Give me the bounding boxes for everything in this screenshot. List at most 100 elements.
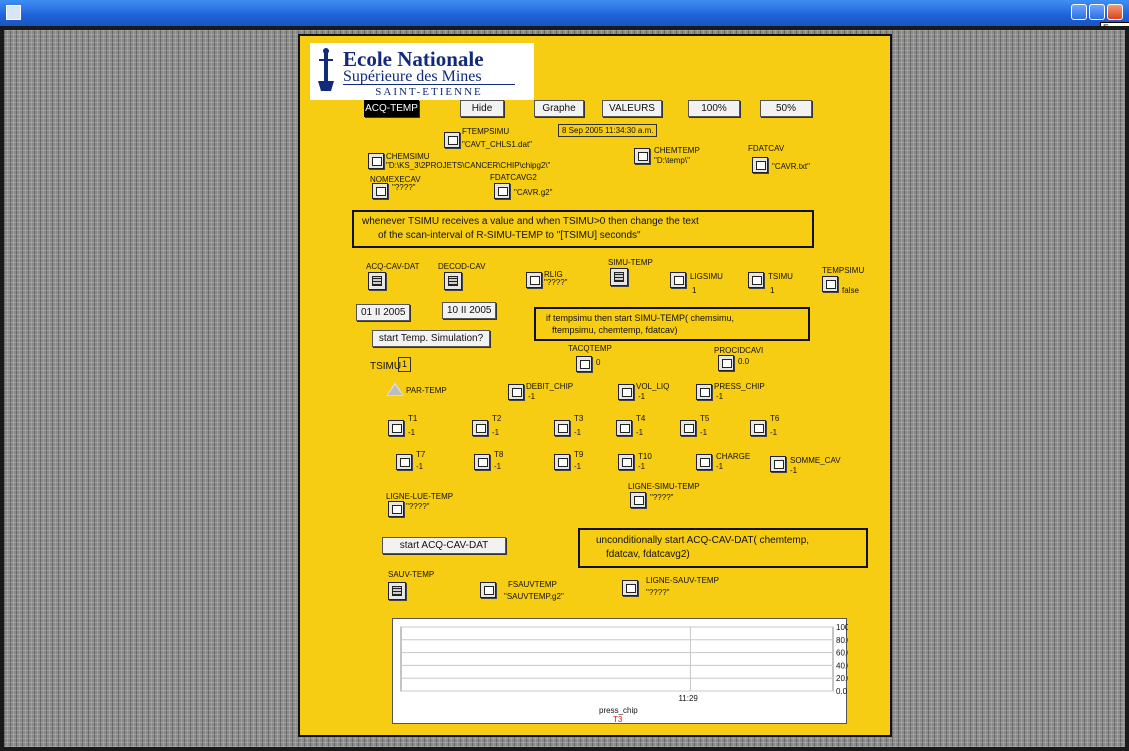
chemsimu-label: CHEMSIMU	[386, 152, 430, 161]
x-tick-label: 11:29	[678, 694, 698, 703]
press-chip-value: -1	[716, 392, 724, 401]
ligne-lue-temp-label: LIGNE-LUE-TEMP	[386, 492, 454, 501]
chemtemp-variable-icon[interactable]	[634, 148, 650, 164]
tsimu-var-value: 1	[770, 286, 775, 295]
vol-liq-label: VOL_LIQ	[636, 382, 670, 391]
tsimu-rule-line1: whenever TSIMU receives a value and when…	[362, 216, 699, 227]
somme-cav-label: SOMME_CAV	[790, 456, 841, 465]
t1-label: T1	[408, 414, 418, 423]
acq-cav-dat-rule[interactable]: unconditionally start ACQ-CAV-DAT( chemt…	[578, 528, 868, 568]
procidcavi-variable-icon[interactable]	[718, 355, 734, 371]
par-temp-triangle-icon[interactable]	[386, 382, 404, 396]
plot-area	[400, 626, 834, 692]
t3-variable-icon[interactable]	[554, 420, 570, 436]
graphe-button[interactable]: Graphe	[534, 100, 584, 117]
t8-label: T8	[494, 450, 504, 459]
vol-liq-variable-icon[interactable]	[618, 384, 634, 400]
ligne-simu-temp-variable-icon[interactable]	[630, 492, 646, 508]
vol-liq-value: -1	[638, 392, 646, 401]
fdatcavg2-value: "CAVR.g2"	[514, 188, 553, 197]
t6-variable-icon[interactable]	[750, 420, 766, 436]
t7-label: T7	[416, 450, 426, 459]
t5-variable-icon[interactable]	[680, 420, 696, 436]
legend-series-subtitle: T3	[613, 715, 623, 724]
ftempsimu-variable-icon[interactable]	[444, 132, 460, 148]
datetime-display: 8 Sep 2005 11:34:30 a.m.	[558, 124, 658, 137]
ligsimu-variable-icon[interactable]	[670, 272, 686, 288]
tsimu-input[interactable]: 1	[398, 357, 411, 372]
logo-emblem-icon	[318, 48, 334, 91]
t3-label: T3	[574, 414, 584, 423]
ligne-lue-temp-value: "????"	[406, 502, 430, 511]
fdatcav-variable-icon[interactable]	[752, 157, 768, 173]
ligne-simu-temp-label: LIGNE-SIMU-TEMP	[628, 482, 700, 491]
t7-variable-icon[interactable]	[396, 454, 412, 470]
start-acq-cav-dat-button[interactable]: start ACQ-CAV-DAT	[382, 537, 506, 554]
simu-temp-procedure-icon[interactable]	[610, 268, 628, 286]
ligne-lue-temp-variable-icon[interactable]	[388, 501, 404, 517]
procidcavi-label: PROCIDCAVI	[714, 346, 764, 355]
par-temp-label: PAR-TEMP	[406, 386, 447, 395]
sauv-temp-label: SAUV-TEMP	[388, 570, 435, 579]
chemtemp-label: CHEMTEMP	[654, 146, 700, 155]
minimize-icon[interactable]	[1071, 4, 1087, 20]
y-tick-label: 60.0	[836, 649, 848, 658]
sauv-temp-procedure-icon[interactable]	[388, 582, 406, 600]
chemsimu-value: "D:\KS_3\2PROJETS\CANCER\CHIP\chipg2\"	[386, 161, 551, 170]
start-date-field[interactable]: 01 II 2005	[356, 304, 411, 321]
window-titlebar	[0, 0, 1129, 26]
charge-variable-icon[interactable]	[696, 454, 712, 470]
tacqtemp-label: TACQTEMP	[568, 344, 612, 353]
t8-variable-icon[interactable]	[474, 454, 490, 470]
t9-variable-icon[interactable]	[554, 454, 570, 470]
press-chip-trend-chart[interactable]: 100.0 80.0 60.0 40.0 20.0 0.0 11:29 press_chipT…	[392, 618, 857, 724]
tsimu-rule[interactable]: whenever TSIMU receives a value and when…	[352, 210, 814, 248]
somme-cav-variable-icon[interactable]	[770, 456, 786, 472]
ftempsimu-label: FTEMPSIMU	[462, 127, 510, 136]
y-tick-label: 20.0	[836, 674, 848, 683]
t3-value: -1	[574, 428, 582, 437]
fsauvtemp-variable-icon[interactable]	[480, 582, 496, 598]
end-date-field[interactable]: 10 II 2005	[442, 302, 497, 319]
restore-icon[interactable]	[1089, 4, 1105, 20]
zoom-50-button[interactable]: 50%	[760, 100, 812, 117]
close-icon[interactable]	[1107, 4, 1123, 20]
t10-variable-icon[interactable]	[618, 454, 634, 470]
debit-chip-label: DEBIT_CHIP	[526, 382, 574, 391]
tacqtemp-value: 0	[596, 358, 601, 367]
rlig-variable-icon[interactable]	[526, 272, 542, 288]
tsimu-var-label: TSIMU	[768, 272, 793, 281]
school-logo: Ecole Nationale Supérieure des Mines SAI…	[310, 43, 534, 100]
ligne-sauv-temp-variable-icon[interactable]	[622, 580, 638, 596]
t1-variable-icon[interactable]	[388, 420, 404, 436]
t4-variable-icon[interactable]	[616, 420, 632, 436]
press-chip-variable-icon[interactable]	[696, 384, 712, 400]
tempsimu-variable-icon[interactable]	[822, 276, 838, 292]
t2-variable-icon[interactable]	[472, 420, 488, 436]
acq-cav-dat-procedure-icon[interactable]	[368, 272, 386, 290]
fdatcavg2-variable-icon[interactable]	[494, 183, 510, 199]
press-chip-label: PRESS_CHIP	[714, 382, 765, 391]
acq-temp-button[interactable]: ACQ-TEMP	[364, 100, 419, 117]
t1-value: -1	[408, 428, 416, 437]
window-menu-icon[interactable]	[6, 5, 21, 20]
t5-value: -1	[700, 428, 708, 437]
debit-chip-variable-icon[interactable]	[508, 384, 524, 400]
decod-cav-procedure-icon[interactable]	[444, 272, 462, 290]
acq-rule-line2: fdatcav, fdatcavg2)	[606, 549, 690, 560]
t4-label: T4	[636, 414, 646, 423]
nomexecav-variable-icon[interactable]	[372, 183, 388, 199]
workspace-panel: Ecole Nationale Supérieure des Mines SAI…	[298, 34, 892, 737]
tempsimu-rule[interactable]: if tempsimu then start SIMU-TEMP( chemsi…	[534, 307, 810, 341]
start-temp-simulation-button[interactable]: start Temp. Simulation?	[372, 330, 490, 347]
t2-value: -1	[492, 428, 500, 437]
zoom-100-button[interactable]: 100%	[688, 100, 740, 117]
valeurs-button[interactable]: VALEURS	[602, 100, 662, 117]
hide-button[interactable]: Hide	[460, 100, 504, 117]
tempsimu-value: false	[842, 286, 859, 295]
chemsimu-variable-icon[interactable]	[368, 153, 384, 169]
t7-value: -1	[416, 462, 424, 471]
tacqtemp-variable-icon[interactable]	[576, 356, 592, 372]
tsimu-variable-icon[interactable]	[748, 272, 764, 288]
tempsimu-label: TEMPSIMU	[822, 266, 865, 275]
